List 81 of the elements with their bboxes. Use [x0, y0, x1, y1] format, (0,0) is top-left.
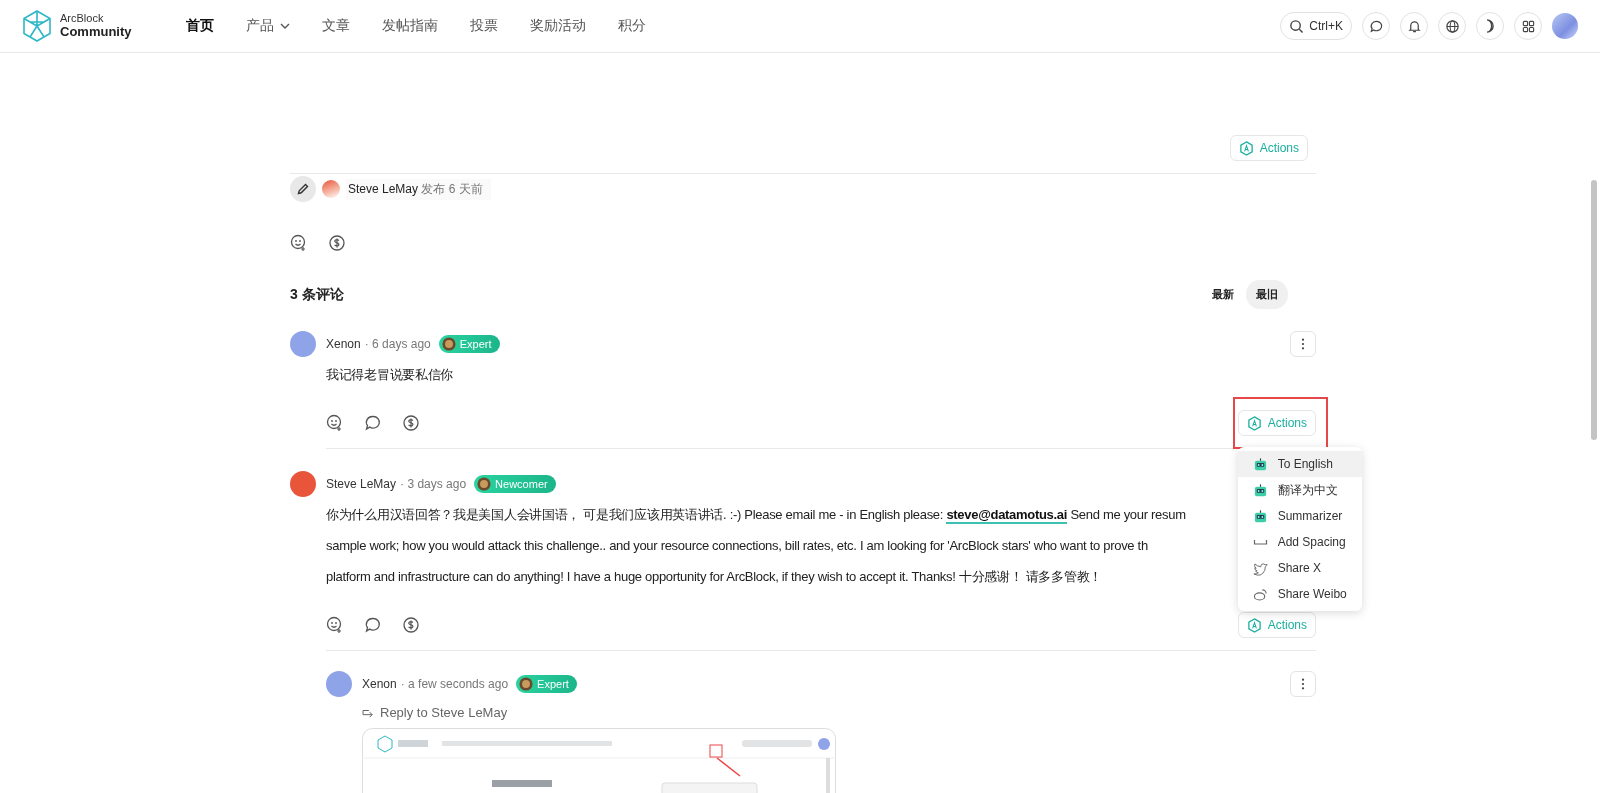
more-icon: [1301, 678, 1305, 690]
bird-icon: [1252, 560, 1268, 576]
reply-icon: [362, 707, 374, 718]
robot-icon: [1252, 508, 1268, 524]
author-name: Xenon: [362, 677, 397, 691]
author-avatar: [322, 180, 340, 198]
comment-time: · 3 days ago: [400, 477, 467, 491]
comment-text: platform and infrastructure can do anything! I have a huge opportunity for ArcBlock, if they wish to accept it. Thanks! 十分感谢！ 请多多管教！: [326, 568, 1102, 586]
medal-icon: [477, 477, 492, 491]
dollar-icon[interactable]: [402, 616, 420, 634]
medal-icon: [519, 677, 534, 691]
edit-icon: [290, 176, 316, 202]
add-reaction-icon[interactable]: [326, 616, 344, 634]
space-icon: [1252, 539, 1268, 545]
hexagon-icon: [1246, 617, 1262, 633]
dollar-icon[interactable]: [328, 234, 346, 252]
menu-item[interactable]: Summarizer: [1237, 503, 1362, 529]
comments-count: 3 条评论: [290, 285, 344, 304]
more-icon: [1301, 338, 1305, 350]
comment-text: 你为什么用汉语回答？我是美国人会讲国语， 可是我们应该用英语讲话. :-) Please email me - in English please: steve@datamotus.ai Send me your resum: [326, 506, 1186, 526]
menu-item[interactable]: To English: [1237, 451, 1362, 477]
grid-icon: [1520, 18, 1536, 34]
robot-icon: [1252, 482, 1268, 498]
hexagon-icon: [1238, 140, 1254, 156]
menu-label: 翻译为中文: [1277, 481, 1338, 499]
bell-icon: [1406, 18, 1422, 34]
menu-item[interactable]: Add Spacing: [1237, 529, 1362, 555]
chat-button[interactable]: [1362, 12, 1390, 40]
add-reaction-icon[interactable]: [326, 414, 344, 432]
comment-time: · 6 days ago: [364, 337, 431, 351]
level-badge: Expert: [438, 335, 500, 353]
language-button[interactable]: [1438, 12, 1466, 40]
menu-item[interactable]: 翻译为中文: [1237, 477, 1362, 503]
add-reaction-icon[interactable]: [290, 234, 308, 252]
medal-icon: [441, 337, 456, 351]
menu-label: Summarizer: [1277, 509, 1343, 523]
menu-label: Share Weibo: [1277, 587, 1347, 601]
scrollbar[interactable]: [1591, 180, 1597, 440]
logo-text: ArcBlock: [60, 13, 105, 25]
theme-button[interactable]: [1476, 12, 1504, 40]
nav-link[interactable]: 投票: [454, 17, 514, 35]
logo-icon: [20, 9, 54, 43]
comment-icon[interactable]: [364, 414, 382, 432]
notification-button[interactable]: [1400, 12, 1428, 40]
globe-icon: [1444, 18, 1460, 34]
weibo-icon: [1252, 586, 1268, 602]
search-button[interactable]: Ctrl+K: [1280, 12, 1352, 40]
nav-link[interactable]: 产品: [230, 17, 306, 35]
search-icon: [1289, 18, 1305, 34]
level-badge: Newcomer: [474, 475, 556, 493]
author-name: Xenon: [326, 337, 361, 351]
robot-icon: [1252, 456, 1268, 472]
email-link[interactable]: steve@datamotus.ai: [946, 507, 1068, 524]
menu-item[interactable]: Share X: [1237, 555, 1362, 581]
sort-tab[interactable]: 最新: [1202, 280, 1244, 309]
dollar-icon[interactable]: [402, 414, 420, 432]
level-badge: Expert: [516, 675, 577, 693]
hexagon-icon: [1246, 415, 1262, 431]
nav-link[interactable]: 首页: [170, 17, 230, 35]
comment-text: sample work; how you would attack this challenge.. and your resource connections, bill rates, etc. I am looking for 'ArcBlock stars' who want to prove th: [326, 537, 1148, 555]
moon-icon: [1485, 19, 1495, 33]
comment-time: · a few seconds ago: [400, 677, 509, 691]
author-name: Steve LeMay: [326, 477, 397, 491]
comment-icon[interactable]: [364, 616, 382, 634]
user-avatar[interactable]: [1552, 13, 1578, 39]
nav-link[interactable]: 奖励活动: [514, 17, 602, 35]
menu-label: Add Spacing: [1277, 535, 1346, 549]
chat-icon: [1368, 18, 1384, 34]
reply-to-text: Reply to Steve LeMay: [380, 705, 508, 720]
nav-link[interactable]: 发帖指南: [366, 17, 454, 35]
comment-text: 我记得老冒说要私信你: [326, 366, 453, 384]
nav-link[interactable]: 积分: [602, 17, 662, 35]
publish-time: 发布 6 天前: [421, 181, 483, 196]
logo-text: Community: [60, 24, 132, 39]
menu-label: Share X: [1277, 561, 1321, 575]
menu-label: To English: [1277, 457, 1333, 471]
apps-button[interactable]: [1514, 12, 1542, 40]
nav-link[interactable]: 文章: [306, 17, 366, 35]
author-name: Steve LeMay: [348, 181, 419, 196]
sort-tab[interactable]: 最旧: [1246, 280, 1288, 309]
menu-item[interactable]: Share Weibo: [1237, 581, 1362, 607]
